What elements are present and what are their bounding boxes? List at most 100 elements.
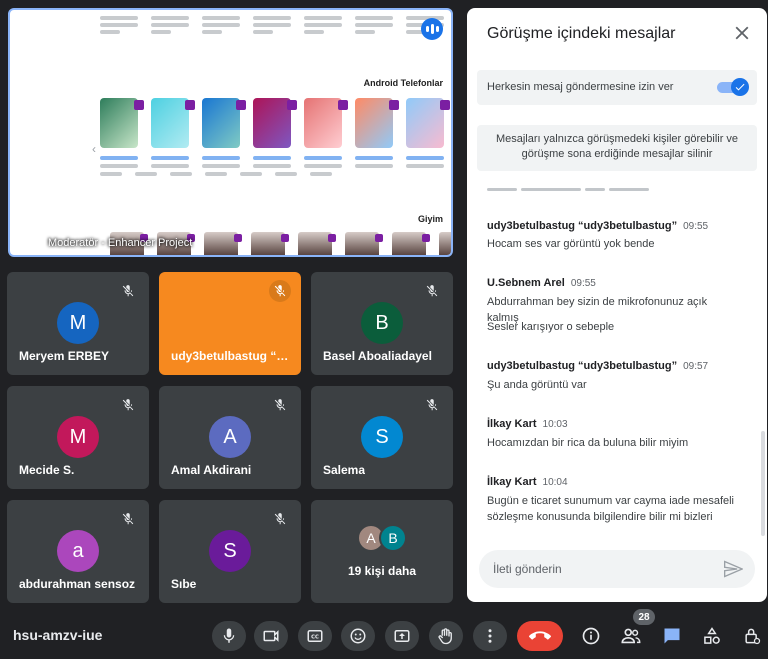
check-icon — [731, 78, 749, 96]
message-time: 10:04 — [542, 477, 568, 488]
message-composer[interactable] — [479, 550, 755, 588]
participant-tile[interactable]: M Meryem ERBEY — [7, 272, 149, 375]
emoji-button[interactable] — [341, 621, 375, 651]
mic-button[interactable] — [212, 621, 246, 651]
participant-name: abdurahman sensoz — [19, 577, 136, 591]
message-sender: İlkay Kart 10:04 — [487, 476, 568, 488]
mic-off-icon — [119, 510, 137, 528]
section-heading-phones: Android Telefonlar — [363, 78, 443, 88]
participant-tile[interactable]: S Sıbe — [159, 500, 301, 603]
audio-level-icon — [421, 18, 443, 40]
participant-name: Sıbe — [171, 577, 197, 591]
message-input[interactable] — [493, 562, 703, 576]
participant-count-badge: 28 — [633, 609, 655, 625]
participant-tile[interactable]: M Mecide S. — [7, 386, 149, 489]
pin-icon[interactable] — [20, 231, 36, 247]
product-image — [355, 98, 399, 148]
avatar: A — [209, 416, 251, 458]
truncated-message — [487, 178, 687, 191]
activities-icon — [704, 627, 720, 644]
mic-off-icon — [269, 280, 291, 302]
participant-name: Basel Aboaliadayel — [323, 349, 432, 363]
product-text-row — [100, 156, 444, 160]
chat-button[interactable] — [658, 622, 686, 650]
avatar: S — [361, 416, 403, 458]
people-button[interactable] — [617, 622, 645, 650]
more-options-button[interactable] — [473, 621, 507, 651]
meeting-code: hsu-amzv-iue — [13, 627, 103, 643]
participant-name: udy3betulbastug “udy3betulbastug” — [171, 349, 295, 363]
avatar: a — [57, 530, 99, 572]
product-text-top — [100, 16, 444, 34]
participant-tile[interactable]: a abdurahman sensoz — [7, 500, 149, 603]
mic-off-icon — [119, 282, 137, 300]
message-text: Şu anda görüntü var — [487, 379, 587, 391]
mic-icon — [223, 628, 235, 643]
more-icon — [488, 629, 492, 643]
present-button[interactable] — [385, 621, 419, 651]
activities-button[interactable] — [698, 622, 726, 650]
host-controls-button[interactable] — [738, 622, 766, 650]
message-time: 09:55 — [683, 221, 709, 232]
info-button[interactable] — [577, 622, 605, 650]
product-image — [304, 98, 348, 148]
present-icon — [394, 630, 410, 642]
svg-text:CC: CC — [311, 635, 319, 641]
avatar: B — [361, 302, 403, 344]
product-image — [253, 98, 297, 148]
message-sender: İlkay Kart 10:03 — [487, 418, 568, 430]
mic-off-icon — [271, 510, 289, 528]
message-time: 09:55 — [570, 278, 596, 289]
camera-button[interactable] — [254, 621, 288, 651]
allow-messages-toggle[interactable] — [717, 78, 749, 96]
more-participants-tile[interactable]: A B 19 kişi daha — [311, 500, 453, 603]
more-avatars: A B — [357, 524, 407, 552]
presentation-view[interactable]: Android Telefonlar ‹ Giyim Moderatör - E… — [8, 8, 453, 257]
product-images — [100, 98, 450, 148]
captions-icon: CC — [307, 630, 323, 642]
chat-panel: Görüşme içindeki mesajlar Herkesin mesaj… — [467, 8, 767, 602]
message-text: Hocamızdan bir rica da buluna bilir miyi… — [487, 437, 689, 449]
raise-hand-button[interactable] — [429, 621, 463, 651]
chat-scrollbar[interactable] — [761, 431, 765, 536]
mic-off-icon — [423, 396, 441, 414]
participant-tile-speaking[interactable]: udy3betulbastug “udy3betulbastug” — [159, 272, 301, 375]
avatar: M — [57, 302, 99, 344]
message-time: 10:03 — [542, 419, 568, 430]
product-image — [406, 98, 450, 148]
captions-button[interactable]: CC — [298, 621, 332, 651]
message-text: Hocam ses var görüntü yok bende — [487, 238, 655, 250]
mic-off-icon — [119, 396, 137, 414]
send-icon[interactable] — [723, 559, 743, 579]
message-sender: udy3betulbastug “udy3betulbastug” 09:55 — [487, 220, 709, 232]
mic-off-icon — [423, 282, 441, 300]
avatar: S — [209, 530, 251, 572]
message-text: Bugün e ticaret sunumum var cayma iade m… — [487, 495, 735, 523]
mic-off-icon — [271, 396, 289, 414]
participant-name: Meryem ERBEY — [19, 349, 110, 363]
info-icon — [582, 627, 600, 645]
end-call-icon — [529, 631, 551, 640]
chevron-left-icon: ‹ — [92, 142, 96, 156]
allow-messages-row[interactable]: Herkesin mesaj göndermesine izin ver — [477, 70, 757, 105]
message-sender: udy3betulbastug “udy3betulbastug” 09:57 — [487, 360, 709, 372]
avatar: M — [57, 416, 99, 458]
camera-icon — [263, 630, 279, 642]
participant-name: Amal Akdirani — [171, 463, 252, 477]
participant-name: Salema — [323, 463, 366, 477]
close-icon[interactable] — [731, 22, 753, 44]
message-time: 09:57 — [683, 361, 709, 372]
product-image — [100, 98, 144, 148]
end-call-button[interactable] — [517, 621, 563, 651]
participant-tile[interactable]: B Basel Aboaliadayel — [311, 272, 453, 375]
chat-icon — [664, 628, 680, 644]
people-icon — [621, 628, 641, 644]
raise-hand-icon — [438, 628, 452, 645]
product-image — [151, 98, 195, 148]
message-list[interactable]: udy3betulbastug “udy3betulbastug” 09:55 H… — [487, 178, 752, 538]
chat-title: Görüşme içindeki mesajlar — [487, 25, 676, 42]
participant-tile[interactable]: S Salema — [311, 386, 453, 489]
allow-messages-label: Herkesin mesaj göndermesine izin ver — [487, 81, 674, 93]
presenter-caption: Moderatör - Enhancer Project — [48, 237, 193, 249]
participant-tile[interactable]: A Amal Akdirani — [159, 386, 301, 489]
